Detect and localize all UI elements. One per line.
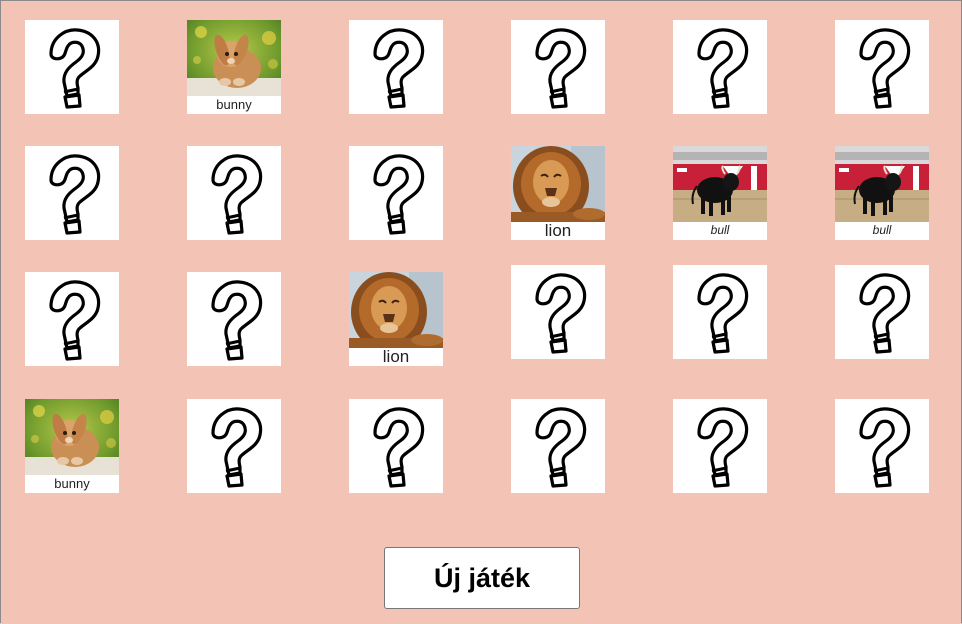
card-hidden[interactable] <box>835 20 929 114</box>
question-mark-icon <box>859 407 911 488</box>
bunny-image <box>187 20 281 96</box>
game-board <box>0 0 962 623</box>
question-mark-icon <box>49 28 101 109</box>
card-hidden[interactable] <box>511 399 605 493</box>
card-hidden[interactable] <box>349 20 443 114</box>
card-bunny[interactable]: bunny <box>187 20 281 114</box>
question-mark-icon <box>535 28 587 109</box>
question-mark-icon <box>535 273 587 354</box>
question-mark-icon <box>211 407 263 488</box>
card-hidden[interactable] <box>673 20 767 114</box>
card-hidden[interactable] <box>187 272 281 366</box>
card-label: lion <box>382 347 410 366</box>
new-game-button[interactable]: Új játék <box>384 547 580 609</box>
bunny-image <box>25 399 119 475</box>
card-hidden[interactable] <box>349 399 443 493</box>
card-label: bunny <box>54 476 90 491</box>
bull-image <box>673 146 767 222</box>
card-hidden[interactable] <box>25 20 119 114</box>
question-mark-icon <box>373 28 425 109</box>
question-mark-icon <box>697 407 749 488</box>
card-label: bull <box>710 223 730 237</box>
question-mark-icon <box>373 407 425 488</box>
card-hidden[interactable] <box>673 399 767 493</box>
question-mark-icon <box>697 28 749 109</box>
card-hidden[interactable] <box>511 20 605 114</box>
lion-image <box>511 146 605 222</box>
card-lion[interactable]: lion <box>349 272 443 366</box>
question-mark-icon <box>535 407 587 488</box>
card-bull[interactable]: bull <box>673 146 767 240</box>
question-mark-icon <box>859 28 911 109</box>
card-hidden[interactable] <box>25 272 119 366</box>
card-hidden[interactable] <box>673 265 767 359</box>
card-label: bunny <box>216 97 252 112</box>
card-hidden[interactable] <box>835 399 929 493</box>
question-mark-icon <box>211 154 263 235</box>
card-hidden[interactable] <box>25 146 119 240</box>
card-label: lion <box>544 221 572 240</box>
question-mark-icon <box>49 154 101 235</box>
question-mark-icon <box>211 280 263 361</box>
card-bull[interactable]: bull <box>835 146 929 240</box>
question-mark-icon <box>49 280 101 361</box>
bull-image <box>835 146 929 222</box>
card-bunny[interactable]: bunny <box>25 399 119 493</box>
card-hidden[interactable] <box>349 146 443 240</box>
question-mark-icon <box>859 273 911 354</box>
card-lion[interactable]: lion <box>511 146 605 240</box>
question-mark-icon <box>697 273 749 354</box>
card-hidden[interactable] <box>187 146 281 240</box>
lion-image <box>349 272 443 348</box>
card-hidden[interactable] <box>187 399 281 493</box>
question-mark-icon <box>373 154 425 235</box>
card-hidden[interactable] <box>511 265 605 359</box>
card-label: bull <box>872 223 892 237</box>
card-hidden[interactable] <box>835 265 929 359</box>
